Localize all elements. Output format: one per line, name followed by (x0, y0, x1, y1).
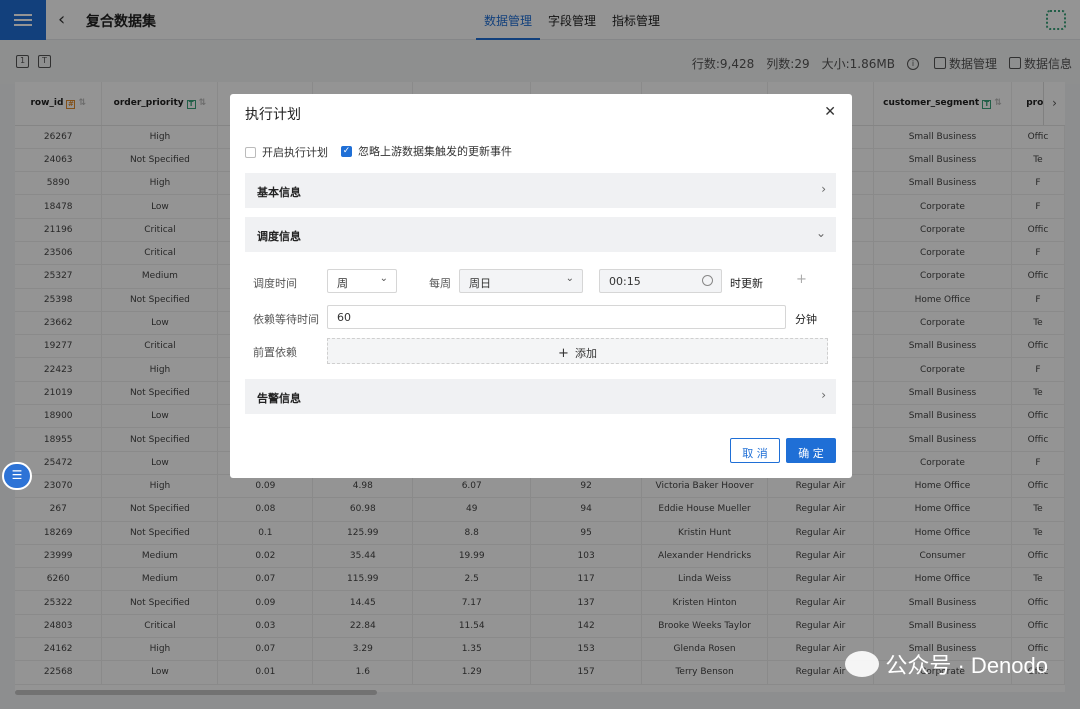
add-time-icon[interactable]: + (796, 272, 807, 287)
wechat-icon (845, 651, 880, 677)
weekday-select[interactable]: 周日 ⌄ (459, 269, 583, 293)
cancel-button[interactable]: 取 消 (730, 438, 780, 463)
section-schedule-label: 调度信息 (257, 230, 301, 243)
watermark: 公众号 · Denodo (845, 648, 1048, 680)
chevron-down-icon: ⌄ (379, 273, 388, 284)
section-alert-label: 告警信息 (257, 392, 301, 405)
update-suffix: 时更新 (730, 277, 763, 290)
add-dependency-button[interactable]: + 添加 (327, 338, 828, 364)
close-icon[interactable]: ✕ (824, 104, 836, 120)
schedule-time-label: 调度时间 (253, 277, 297, 290)
period-value: 周 (337, 277, 348, 290)
pre-dependency-label: 前置依赖 (253, 346, 297, 359)
wait-time-value: 60 (337, 311, 351, 324)
chevron-down-icon: ⌄ (815, 226, 826, 240)
add-label: 添加 (574, 347, 597, 360)
enable-plan-label: 开启执行计划 (262, 146, 328, 159)
plus-icon: + (558, 346, 569, 361)
watermark-text: 公众号 · Denodo (885, 653, 1048, 678)
floating-list-button[interactable]: ☰ (2, 462, 32, 490)
clock-icon (702, 275, 713, 286)
execution-plan-dialog: 执行计划 ✕ 开启执行计划 ✓ 忽略上游数据集触发的更新事件 基本信息 › 调度… (230, 94, 852, 478)
section-basic-label: 基本信息 (257, 186, 301, 199)
every-week-label: 每周 (429, 277, 451, 290)
ignore-upstream-checkbox[interactable]: ✓ (341, 145, 352, 157)
wait-time-input[interactable]: 60 (327, 305, 786, 329)
section-alert-info[interactable]: 告警信息 › (245, 379, 836, 414)
enable-plan-option[interactable]: 开启执行计划 (245, 144, 328, 160)
weekday-value: 周日 (469, 277, 491, 290)
wait-unit: 分钟 (795, 313, 817, 326)
confirm-button[interactable]: 确 定 (786, 438, 836, 463)
dialog-title: 执行计划 (245, 107, 301, 123)
time-picker[interactable]: 00:15 (599, 269, 722, 293)
period-select[interactable]: 周 ⌄ (327, 269, 397, 293)
ignore-upstream-label: 忽略上游数据集触发的更新事件 (358, 145, 512, 158)
ignore-upstream-option[interactable]: ✓ 忽略上游数据集触发的更新事件 (333, 136, 519, 166)
chevron-right-icon: › (821, 388, 826, 402)
section-basic-info[interactable]: 基本信息 › (245, 173, 836, 208)
section-schedule-info[interactable]: 调度信息 ⌄ (245, 217, 836, 252)
chevron-down-icon: ⌄ (565, 273, 574, 284)
enable-plan-checkbox[interactable] (245, 146, 256, 158)
time-value: 00:15 (609, 275, 641, 288)
wait-time-label: 依赖等待时间 (253, 313, 319, 326)
chevron-right-icon: › (821, 182, 826, 196)
